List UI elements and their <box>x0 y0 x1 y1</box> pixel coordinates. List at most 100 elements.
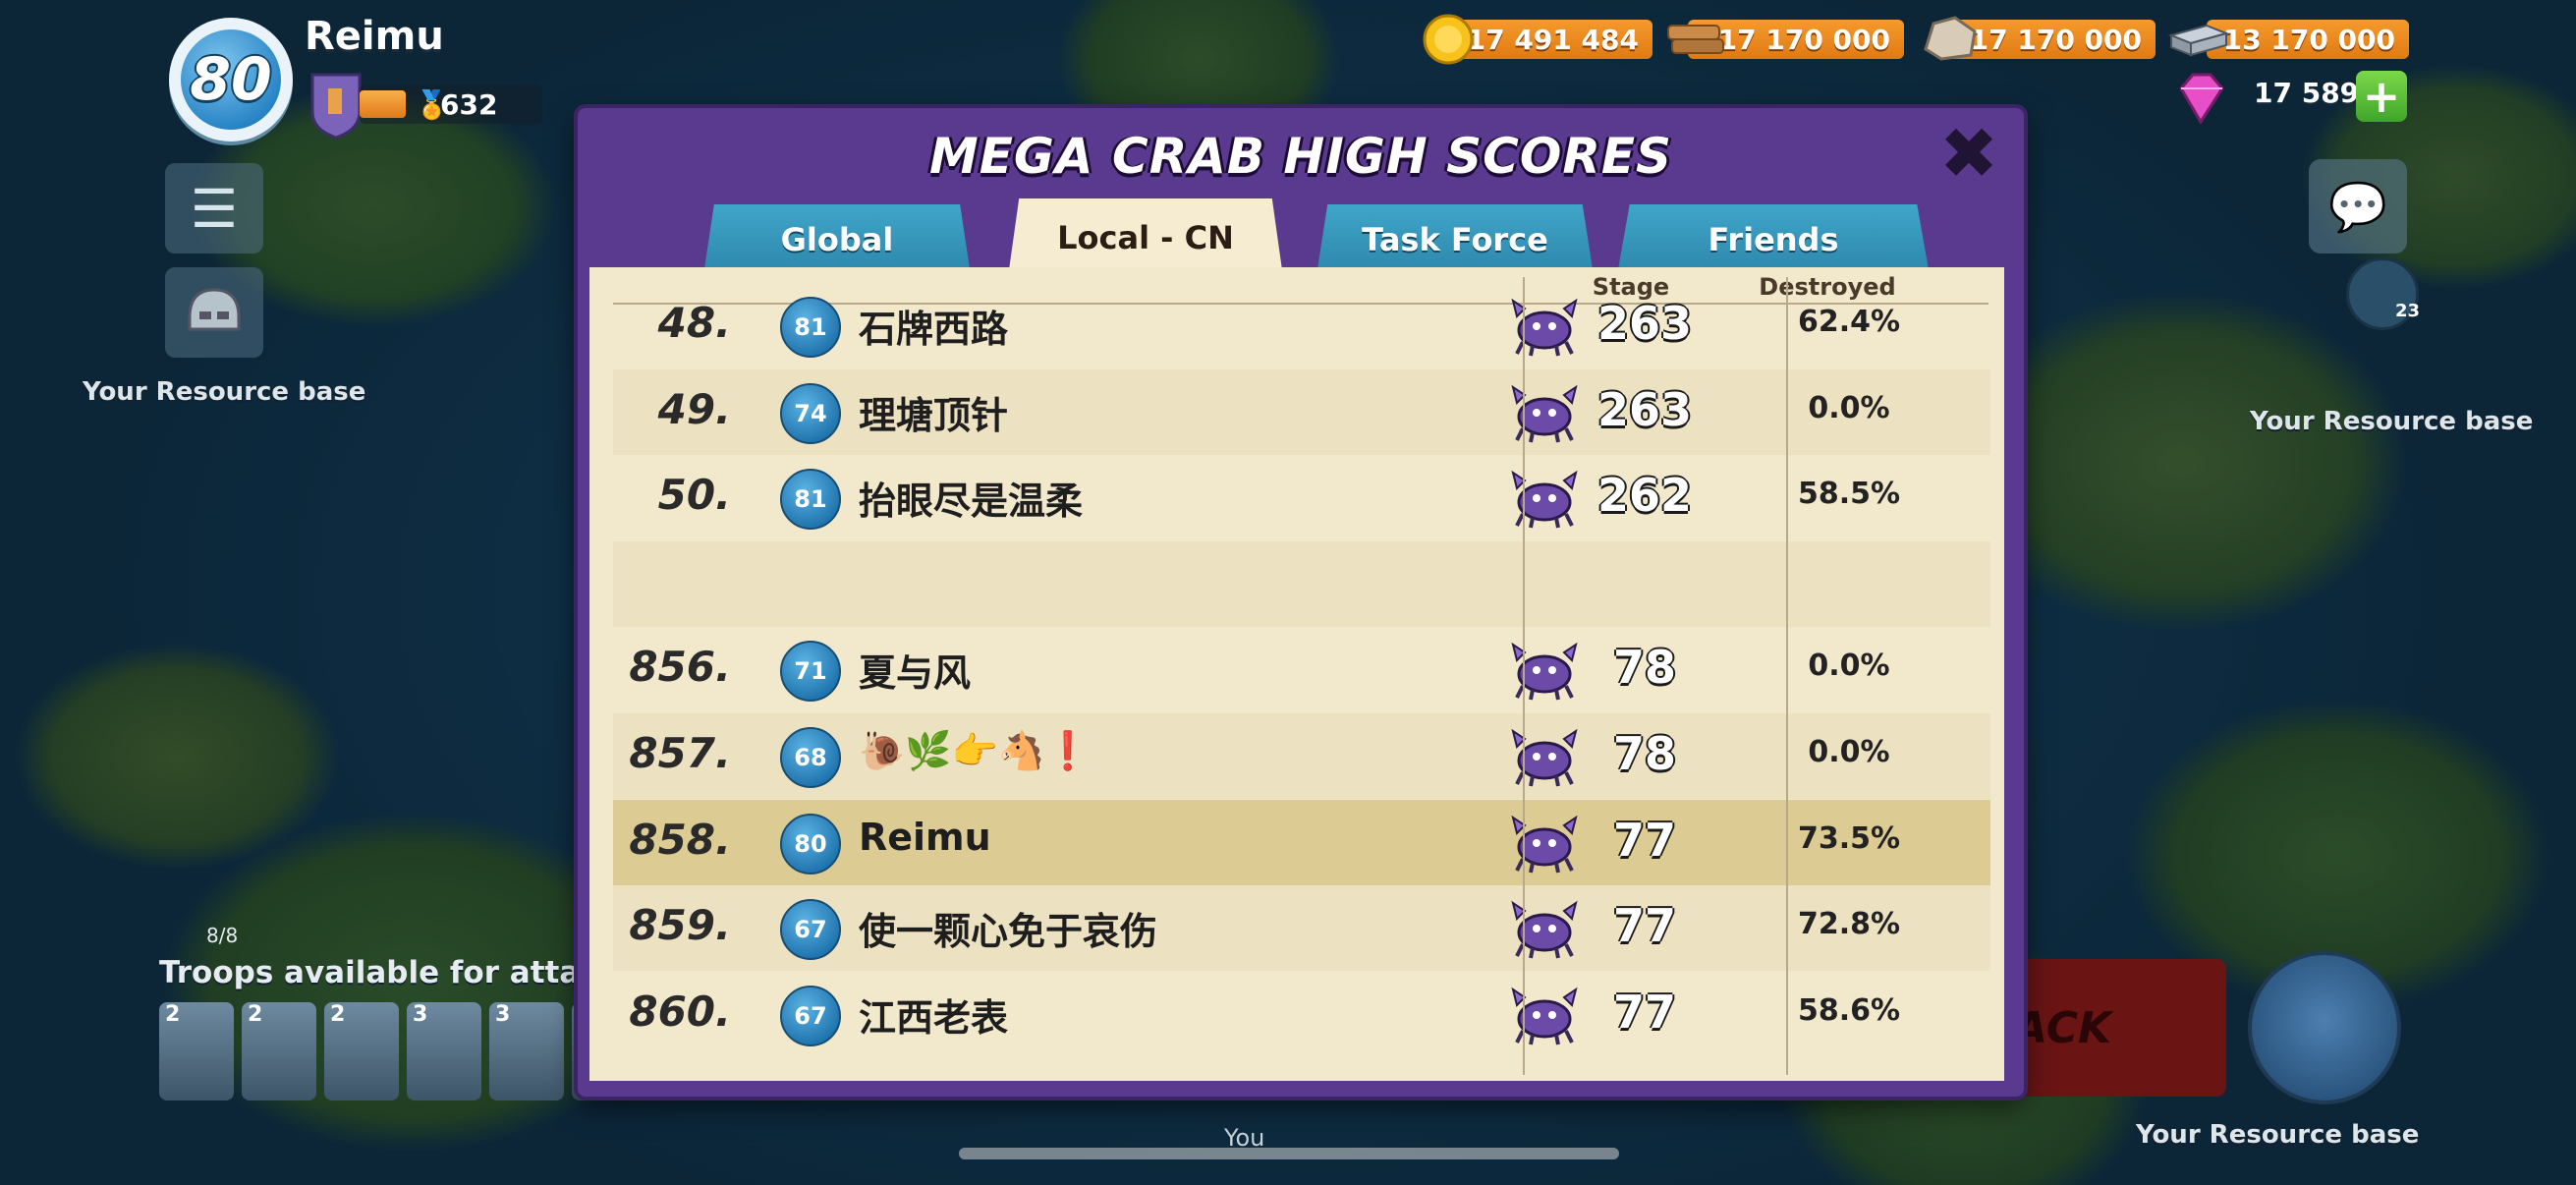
row-stage: 77 <box>1612 985 1676 1039</box>
row-stage: 262 <box>1596 469 1693 523</box>
iron-counter: 13 170 000 <box>2207 20 2409 59</box>
row-destroyed: 72.8% <box>1797 907 1901 942</box>
mega-crab-icon <box>1511 900 1578 959</box>
victory-points-bar: 🏅 632 <box>360 85 542 124</box>
row-rank: 860. <box>629 987 731 1036</box>
resource-base-label-right[interactable]: Your Resource base <box>2250 407 2533 436</box>
gold-counter: 17 491 484 <box>1456 20 1652 59</box>
troop-count: 2 <box>248 1002 263 1027</box>
attack-button[interactable]: ACK <box>2004 959 2226 1097</box>
menu-icon: ☰ <box>190 177 239 240</box>
troop-count: 2 <box>330 1002 346 1027</box>
troop-count: 2 <box>165 1002 181 1027</box>
gold-amount: 17 491 484 <box>1466 23 1639 56</box>
attack-label: ACK <box>2014 1002 2112 1053</box>
tab-label: Global <box>780 221 894 258</box>
menu-button[interactable]: ☰ <box>165 163 263 254</box>
gold-coin-icon <box>1423 14 1474 65</box>
row-stage: 77 <box>1612 899 1676 953</box>
tab-friends[interactable]: Friends <box>1617 204 1930 275</box>
buy-gems-button[interactable]: + <box>2356 71 2407 122</box>
mega-crab-icon <box>1511 643 1578 701</box>
troop-card[interactable]: 3 <box>489 1002 564 1100</box>
tab-task-force[interactable]: Task Force <box>1316 204 1594 275</box>
gem-amount: 17 589 <box>2254 77 2360 109</box>
helmet-icon <box>188 288 241 331</box>
row-rank: 859. <box>629 901 731 950</box>
gem-icon <box>2179 73 2224 125</box>
close-icon: ✖ <box>1938 112 1999 195</box>
dialog-title: MEGA CRAB HIGH SCORES <box>928 128 1673 185</box>
tab-label: Task Force <box>1362 221 1548 258</box>
mega-crab-icon <box>1511 298 1578 357</box>
leaderboard-gap <box>613 540 1990 627</box>
rank-shield-icon <box>310 73 362 140</box>
troops-available-label: Troops available for attack: <box>159 955 631 990</box>
row-level-badge: 81 <box>780 469 841 531</box>
leaderboard-row[interactable]: 50. 81 抬眼尽是温柔 262 58.5% <box>613 455 1990 540</box>
row-rank: 48. <box>657 299 731 347</box>
row-player-name: Reimu <box>859 815 991 859</box>
troop-card[interactable]: 2 <box>242 1002 316 1100</box>
row-destroyed: 0.0% <box>1808 735 1890 769</box>
player-level-badge[interactable]: 80 <box>169 18 293 141</box>
headquarters-button[interactable] <box>2248 951 2401 1104</box>
troop-count: 3 <box>495 1002 511 1027</box>
leaderboard-panel[interactable]: Stage Destroyed 48. 81 石牌西路 263 62.4% 49. 74 理塘… <box>589 267 2004 1081</box>
tab-local-cn[interactable]: Local - CN <box>1008 198 1283 277</box>
column-divider <box>1523 277 1525 1075</box>
row-destroyed: 62.4% <box>1797 305 1901 339</box>
troop-count: 3 <box>413 1002 428 1027</box>
row-rank: 50. <box>657 471 731 520</box>
player-name: Reimu <box>305 14 444 59</box>
troop-card[interactable]: 3 <box>407 1002 481 1100</box>
resource-base-button[interactable] <box>165 267 263 358</box>
row-stage: 263 <box>1596 382 1693 436</box>
row-stage: 77 <box>1612 813 1676 867</box>
row-destroyed: 58.5% <box>1797 477 1901 512</box>
leaderboard-row[interactable]: 48. 81 石牌西路 263 62.4% <box>613 283 1990 368</box>
close-button[interactable]: ✖ <box>1937 118 2000 189</box>
row-rank: 858. <box>629 815 731 864</box>
xp-fill <box>360 90 406 118</box>
leaderboard-row[interactable]: 857. 68 🐌🌿👉🐴❗ 78 0.0% <box>613 713 1990 799</box>
row-player-name: 🐌🌿👉🐴❗ <box>859 729 1092 772</box>
resource-base-label-bottom[interactable]: Your Resource base <box>2136 1120 2419 1150</box>
leaderboard-row[interactable]: 49. 74 理塘顶针 263 0.0% <box>613 368 1990 455</box>
tab-global[interactable]: Global <box>703 204 971 275</box>
boat-count: 8/8 <box>206 924 239 947</box>
troop-card[interactable]: 2 <box>324 1002 399 1100</box>
home-indicator[interactable] <box>959 1148 1619 1159</box>
row-player-name: 石牌西路 <box>859 308 1009 351</box>
row-player-name: 抬眼尽是温柔 <box>859 480 1084 524</box>
leaderboard-row[interactable]: 860. 67 江西老表 77 58.6% <box>613 972 1990 1057</box>
troop-card[interactable]: 2 <box>159 1002 234 1100</box>
player-level: 80 <box>181 29 281 130</box>
row-rank: 856. <box>629 643 731 692</box>
row-level-badge: 74 <box>780 382 841 444</box>
leaderboard-row[interactable]: 856. 71 夏与风 78 0.0% <box>613 627 1990 712</box>
row-stage: 78 <box>1612 727 1676 780</box>
resource-base-label-left[interactable]: Your Resource base <box>83 377 365 407</box>
row-level-badge: 81 <box>780 297 841 358</box>
chat-icon: 💬 <box>2328 179 2387 235</box>
victory-points: 632 <box>440 88 498 121</box>
wood-amount: 17 170 000 <box>1717 23 1890 56</box>
mega-crab-icon <box>1511 815 1578 873</box>
tab-label: Friends <box>1708 221 1839 258</box>
mega-crab-icon <box>1511 470 1578 529</box>
iron-icon <box>2167 24 2230 57</box>
row-destroyed: 73.5% <box>1797 820 1901 856</box>
row-destroyed: 0.0% <box>1808 649 1890 684</box>
stone-icon <box>1924 16 1977 61</box>
mega-crab-icon <box>1511 728 1578 787</box>
leaderboard-row-self[interactable]: 858. 80 Reimu 77 73.5% <box>613 799 1990 885</box>
column-divider <box>1786 277 1788 1075</box>
mega-crab-icon <box>1511 987 1578 1045</box>
chat-button[interactable]: 💬 <box>2309 159 2407 254</box>
row-destroyed: 58.6% <box>1797 992 1901 1028</box>
leaderboard-row[interactable]: 859. 67 使一颗心免于哀伤 77 72.8% <box>613 885 1990 972</box>
row-player-name: 夏与风 <box>859 651 972 696</box>
stone-amount: 17 170 000 <box>1969 23 2142 56</box>
row-rank: 49. <box>657 384 731 433</box>
